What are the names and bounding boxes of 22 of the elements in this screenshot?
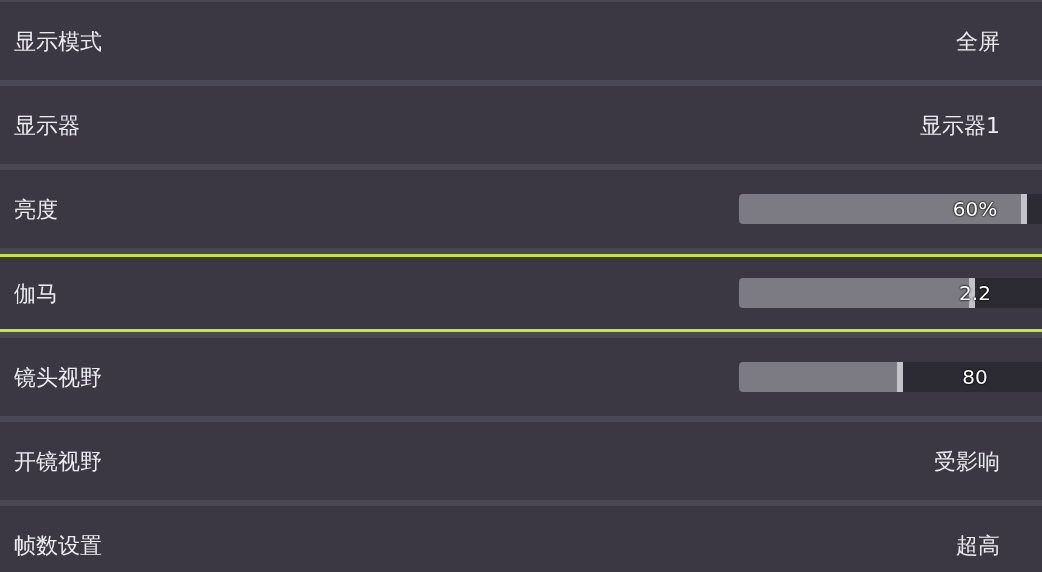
settings-row[interactable]: 开镜视野 受影响	[0, 422, 1042, 500]
setting-value: 显示器1	[920, 111, 1000, 140]
settings-row[interactable]: 亮度 60%	[0, 170, 1042, 248]
settings-row[interactable]: 显示器 显示器1	[0, 86, 1042, 164]
setting-label: 伽马	[14, 279, 58, 308]
slider-value: 80	[961, 364, 989, 391]
settings-row[interactable]: 镜头视野 80	[0, 338, 1042, 416]
setting-value: 受影响	[934, 447, 1000, 476]
setting-label: 显示模式	[14, 27, 102, 56]
slider-track[interactable]: 60%	[739, 194, 1042, 224]
setting-label: 帧数设置	[14, 531, 102, 560]
setting-value: 超高	[956, 531, 1000, 560]
slider-value: 60%	[951, 196, 999, 223]
setting-label: 显示器	[14, 111, 80, 140]
settings-row[interactable]: 显示模式 全屏	[0, 2, 1042, 80]
setting-label: 镜头视野	[14, 363, 102, 392]
settings-row[interactable]: 帧数设置 超高	[0, 506, 1042, 572]
slider-track[interactable]: 80	[739, 362, 1042, 392]
setting-label: 开镜视野	[14, 447, 102, 476]
setting-label: 亮度	[14, 195, 58, 224]
slider-fill[interactable]	[739, 362, 903, 392]
setting-value: 全屏	[956, 27, 1000, 56]
